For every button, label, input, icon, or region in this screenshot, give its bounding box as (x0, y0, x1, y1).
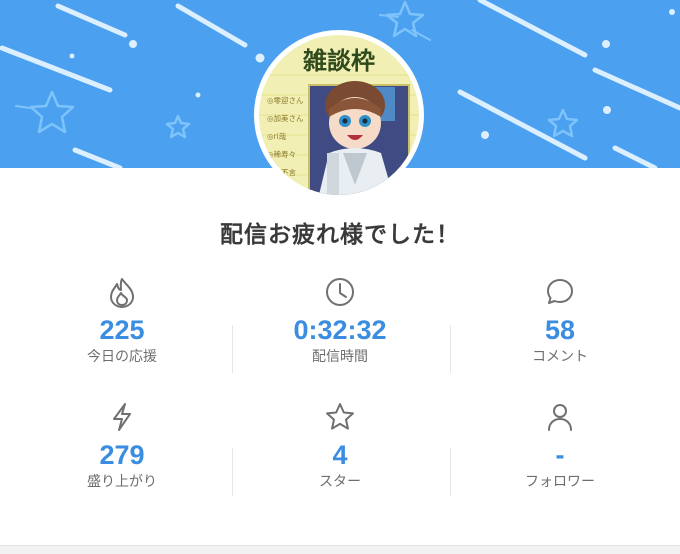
stat-stream-time: 0:32:32 配信時間 (230, 275, 450, 367)
stat-value: - (555, 440, 565, 470)
avatar-line: ◎し不言 (267, 167, 297, 177)
fire-icon (110, 278, 134, 308)
stat-support: 225 今日の応援 (12, 275, 232, 367)
clock-icon (326, 278, 354, 306)
page-title: 配信お疲れ様でした！ (220, 222, 460, 248)
stat-value: 279 (99, 440, 145, 470)
comment-icon (547, 279, 573, 304)
star-icon (326, 403, 354, 430)
stat-label: フォロワー (525, 474, 595, 490)
stat-value: 4 (332, 440, 348, 470)
stat-value: 225 (99, 315, 145, 345)
stat-comments: 58 コメント (450, 275, 670, 367)
stat-label: 今日の応援 (87, 349, 157, 365)
stat-label: 配信時間 (312, 349, 368, 365)
avatar-line: ◎加美さん (267, 113, 304, 123)
stat-value: 58 (544, 315, 576, 345)
streamer-avatar[interactable]: 雑談枠 ◎零迎さん ◎加美さん ◎ri哉 ◎稀寿々 ◎し不言 (254, 30, 424, 200)
avatar-line: ◎零迎さん (267, 95, 304, 105)
stat-value: 0:32:32 (293, 315, 387, 345)
person-icon (548, 404, 572, 431)
avatar-heading-text: 雑談枠 (302, 46, 375, 75)
stat-followers: - フォロワー (450, 400, 670, 492)
stat-label: コメント (532, 349, 588, 365)
stat-excitement: 279 盛り上がり (12, 400, 232, 492)
lightning-icon (113, 403, 131, 431)
avatar-image: 雑談枠 ◎零迎さん ◎加美さん ◎ri哉 ◎稀寿々 ◎し不言 (259, 35, 419, 195)
avatar-line: ◎稀寿々 (267, 149, 296, 159)
avatar-line: ◎ri哉 (267, 131, 287, 141)
stat-label: 盛り上がり (87, 474, 157, 490)
stat-label: スター (319, 474, 361, 490)
stat-stars: 4 スター (230, 400, 450, 492)
